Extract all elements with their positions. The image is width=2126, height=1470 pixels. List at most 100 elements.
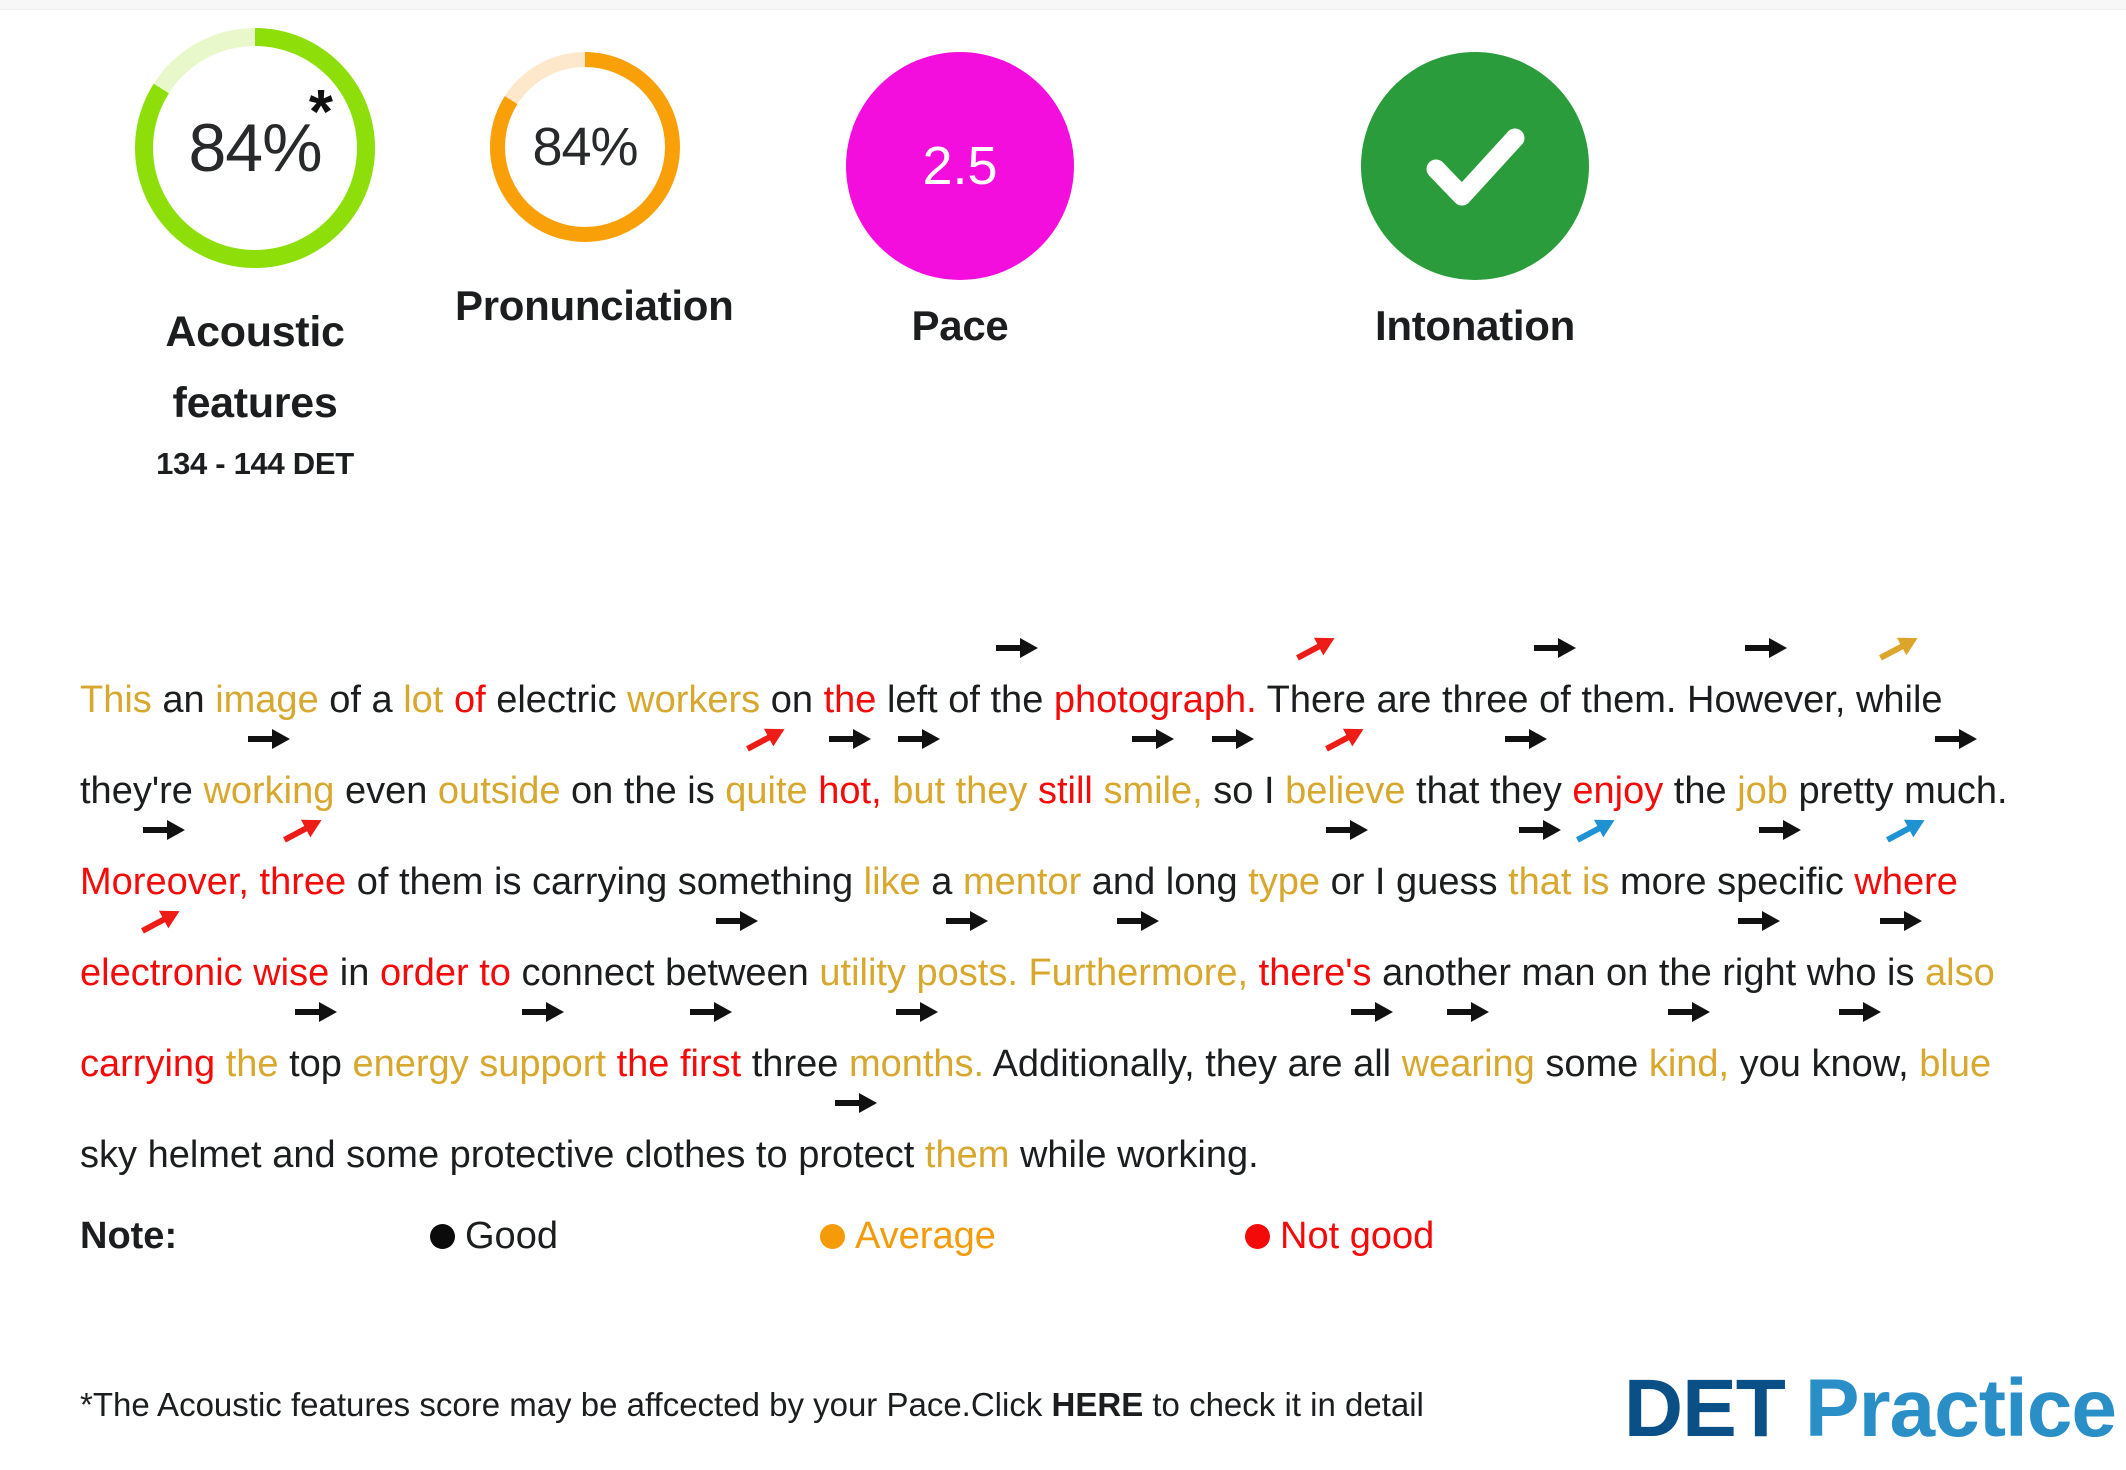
transcript-word: protect xyxy=(798,1093,914,1176)
transcript-word: blue xyxy=(1919,1043,1992,1085)
legend-label-average: Average xyxy=(855,1215,996,1257)
transcript-word: them xyxy=(398,861,484,903)
transcript-word: the xyxy=(623,770,677,812)
transcript-word: electronic xyxy=(80,910,243,994)
transcript-word: so xyxy=(1212,729,1255,812)
transcript-word: enjoy xyxy=(1572,770,1664,812)
det-practice-logo: DET Practice xyxy=(1624,1368,2117,1450)
report-page: 84% * Acoustic features 134 - 144 DET 84… xyxy=(0,0,2126,1470)
transcript-word: believe xyxy=(1285,728,1405,812)
transcript-word: there's xyxy=(1258,952,1372,994)
transcript-word: hot, xyxy=(818,729,882,812)
legend-dot-good xyxy=(430,1224,455,1249)
transcript-line: This an image of a lot of electric worke… xyxy=(80,637,2040,746)
transcript-line: electronic wise in order to connect betw… xyxy=(80,910,2040,1019)
transcript-word: like xyxy=(863,861,921,903)
transcript-word: working xyxy=(203,729,334,812)
transcript-word: top xyxy=(289,1002,342,1085)
acoustic-value: 84% xyxy=(188,110,322,186)
transcript-word: smile, xyxy=(1103,729,1203,812)
intonation-badge xyxy=(1361,52,1589,280)
transcript-word: lot xyxy=(403,679,444,721)
top-strip xyxy=(0,0,2126,10)
transcript-word: are xyxy=(1376,679,1432,721)
transcript-word: some xyxy=(346,1134,440,1176)
pace-value: 2.5 xyxy=(922,136,998,196)
transcript-word: the xyxy=(1658,952,1712,994)
transcript-word: that xyxy=(1416,770,1480,812)
transcript-word: an xyxy=(162,679,205,721)
transcript-word: they xyxy=(1205,1043,1278,1085)
transcript-word: is xyxy=(1879,911,1922,994)
transcript-word: some xyxy=(1545,1043,1639,1085)
transcript-word: is xyxy=(1575,819,1615,903)
transcript-word: much. xyxy=(1904,729,2008,812)
transcript-word: that xyxy=(1508,820,1571,903)
transcript-word: the xyxy=(616,1043,670,1085)
transcript-word: I xyxy=(1263,770,1275,812)
note-legend: Note: Good Average Not good xyxy=(80,1215,1580,1271)
transcript-word: in xyxy=(339,952,370,994)
transcript-word: who xyxy=(1806,952,1877,994)
gauge-pronunciation[interactable]: 84% Pronunciation xyxy=(455,52,734,330)
arrow-up-gold-icon xyxy=(1876,635,1922,661)
acoustic-label-line2: features xyxy=(172,379,338,427)
transcript-word: However, xyxy=(1687,638,1845,721)
gauge-pace[interactable]: 2.5 Pace xyxy=(835,52,1085,350)
transcript-word: sky xyxy=(80,1134,137,1176)
transcript-line: they're working even outside on the is q… xyxy=(80,728,2040,837)
transcript-word: you xyxy=(1739,1043,1801,1085)
gauge-acoustic-features[interactable]: 84% * Acoustic features 134 - 144 DET xyxy=(105,28,405,482)
transcript-word: I xyxy=(1374,861,1386,903)
transcript-word: job xyxy=(1737,770,1788,812)
transcript-word: carrying xyxy=(80,1043,216,1085)
transcript-word: type xyxy=(1248,861,1320,903)
transcript-word: mentor xyxy=(962,861,1082,903)
transcript-word: working. xyxy=(1117,1134,1259,1176)
arrow-flat-black-icon xyxy=(1743,635,1789,661)
transcript-word: on xyxy=(1606,952,1649,994)
transcript-word: and xyxy=(272,1134,336,1176)
transcript-word: connect xyxy=(521,952,655,994)
transcript-word: the xyxy=(823,679,877,721)
transcript-word: man xyxy=(1521,952,1596,994)
transcript-word: or xyxy=(1326,820,1369,903)
transcript-word: first xyxy=(680,1002,741,1085)
footnote-after: to check it in detail xyxy=(1143,1386,1424,1423)
legend-not-good: Not good xyxy=(1245,1215,1434,1258)
transcript-word: pretty xyxy=(1798,770,1894,812)
intonation-label: Intonation xyxy=(1375,302,1575,349)
score-gauges: 84% * Acoustic features 134 - 144 DET 84… xyxy=(0,22,2126,481)
transcript-word: wise xyxy=(253,952,330,994)
transcript-line: sky helmet and some protective clothes t… xyxy=(80,1093,2040,1201)
transcript-word: also xyxy=(1925,952,1995,994)
logo-practice: Practice xyxy=(1804,1363,2117,1454)
transcript-word: helmet xyxy=(147,1134,262,1176)
gauge-intonation[interactable]: Intonation xyxy=(1350,52,1600,350)
transcript-word: clothes xyxy=(624,1134,746,1176)
transcript-word: a xyxy=(371,679,393,721)
transcript-word: the xyxy=(1673,770,1727,812)
transcript-word: long xyxy=(1165,861,1238,903)
transcript-word: where xyxy=(1854,819,1958,903)
transcript-word: even xyxy=(344,770,428,812)
transcript-word: three xyxy=(1441,679,1529,721)
transcript-text: This an image of a lot of electric worke… xyxy=(80,637,2040,1201)
transcript-word: guess xyxy=(1396,861,1498,903)
note-label: Note: xyxy=(80,1215,178,1257)
pace-badge: 2.5 xyxy=(846,52,1074,280)
transcript-word: a xyxy=(931,861,953,903)
footnote-here-link[interactable]: HERE xyxy=(1052,1386,1144,1423)
transcript-word: of xyxy=(1533,638,1576,721)
footnote: *The Acoustic features score may be affc… xyxy=(80,1386,1424,1424)
transcript-word: of xyxy=(948,679,980,721)
transcript-word: wearing xyxy=(1402,1002,1535,1085)
transcript-word: they're xyxy=(80,770,193,812)
transcript-word: There xyxy=(1267,637,1366,721)
transcript-word: to xyxy=(755,1134,788,1176)
transcript-word: support xyxy=(479,1002,606,1085)
transcript-word: order xyxy=(379,952,469,994)
transcript-word: the xyxy=(991,638,1043,721)
transcript-word: Furthermore, xyxy=(1028,911,1248,994)
arrow-flat-black-icon xyxy=(1532,635,1578,661)
